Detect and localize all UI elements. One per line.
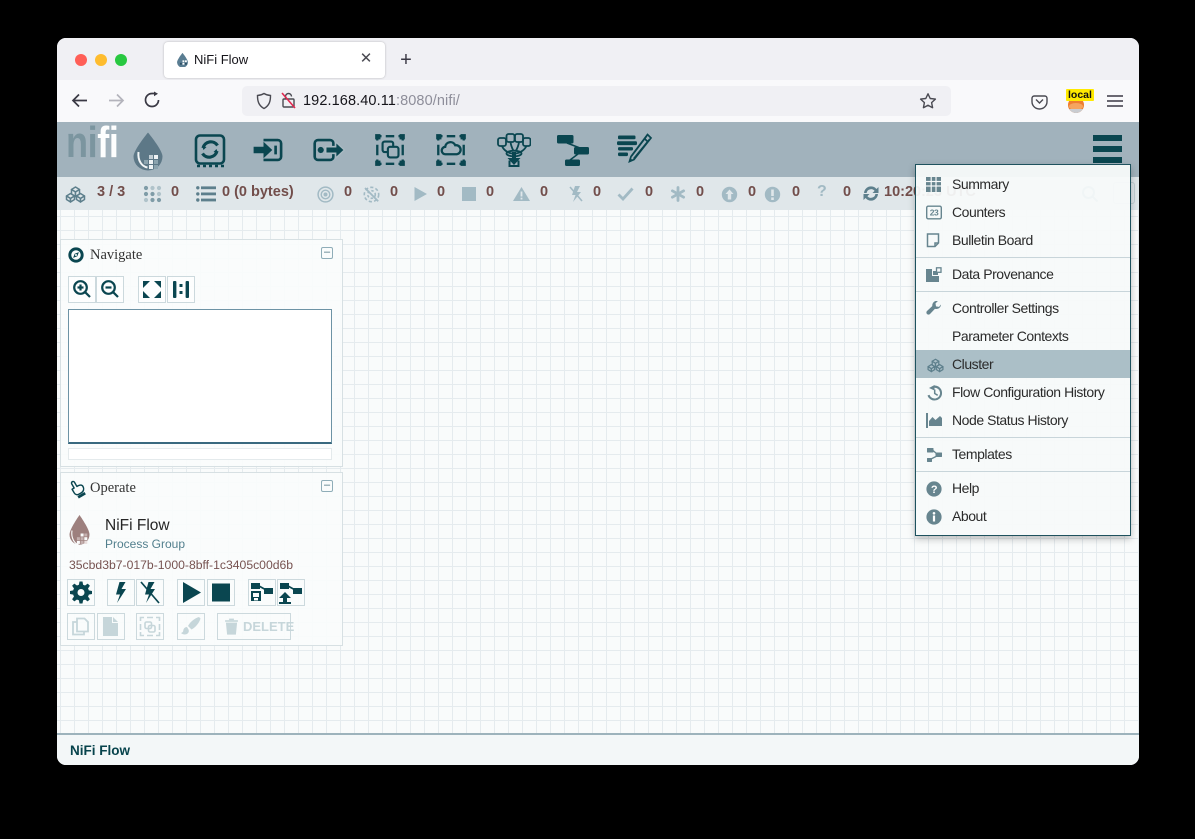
svg-text:?: ? <box>931 484 938 496</box>
svg-text:23: 23 <box>930 208 939 218</box>
